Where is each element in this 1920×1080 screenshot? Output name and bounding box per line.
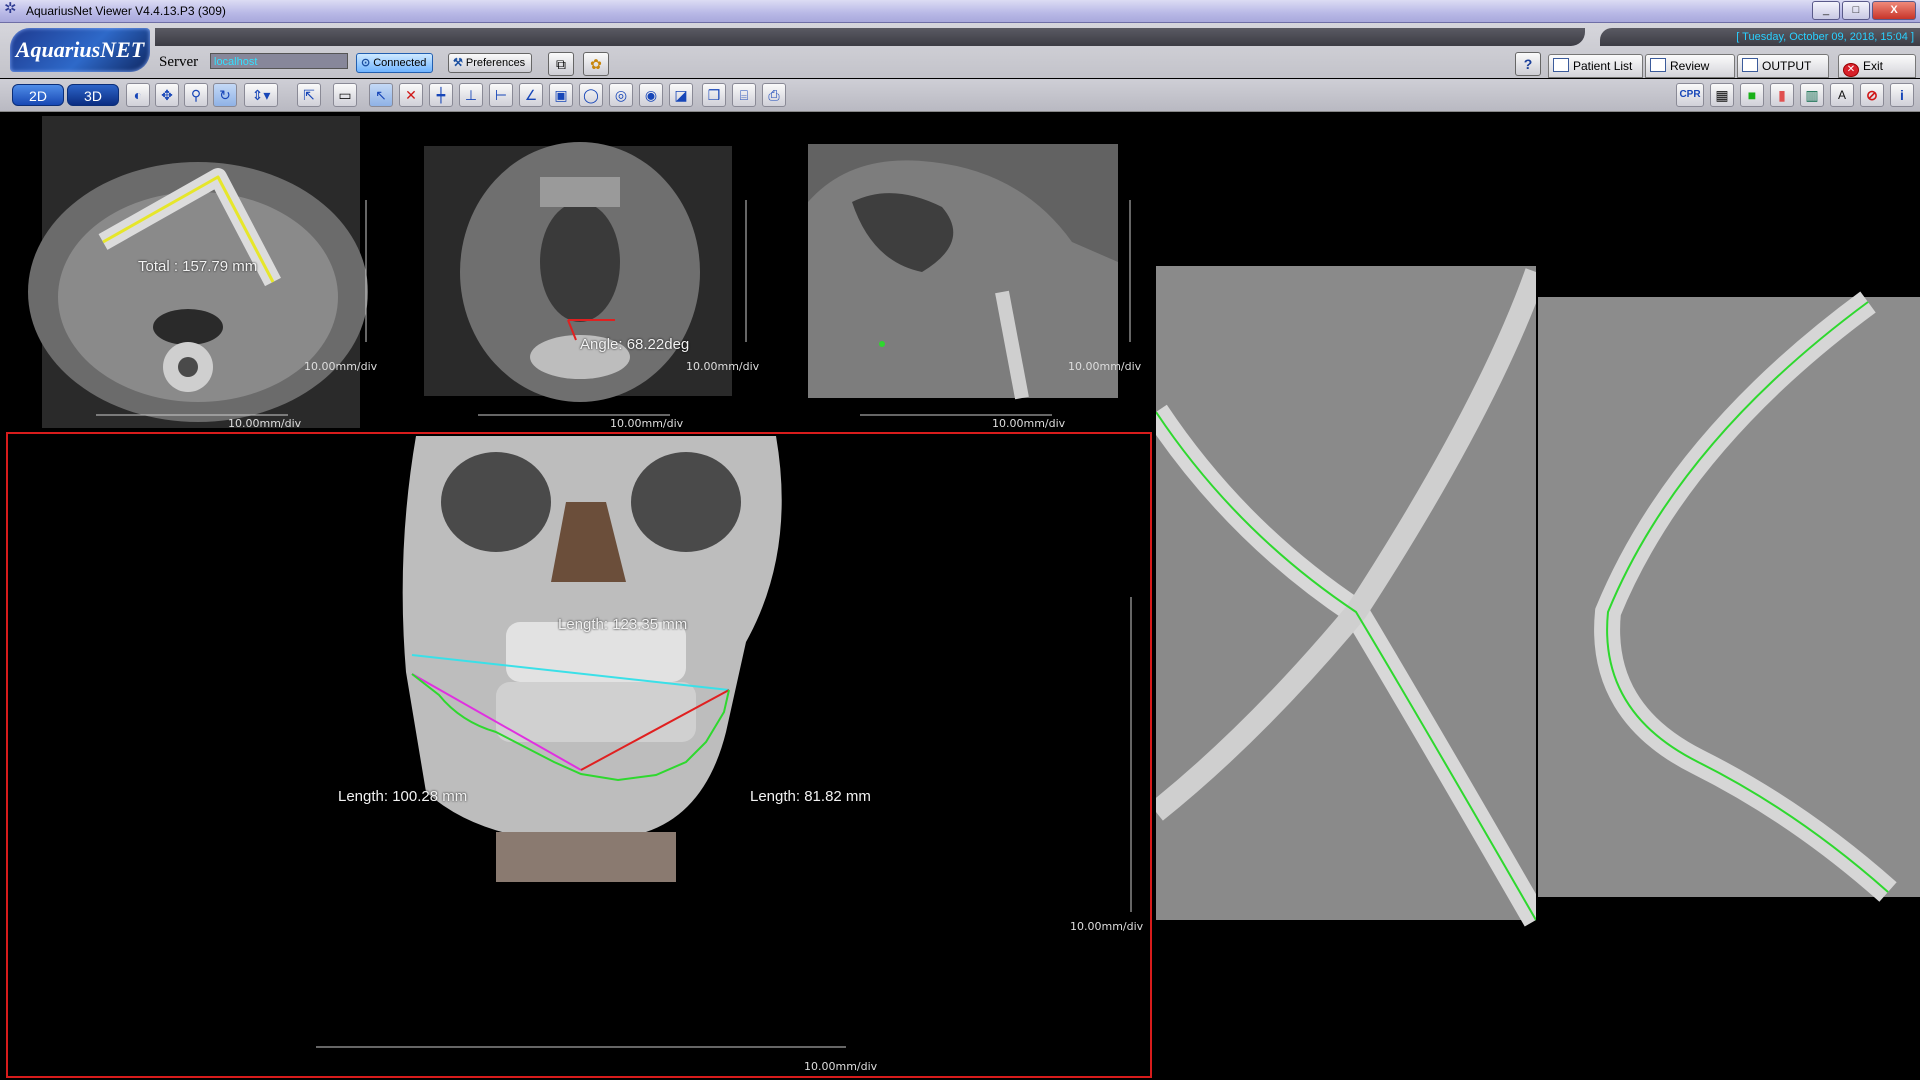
coronal-view[interactable]: Angle: 68.22deg 10.00mm/div 10.00mm/div	[390, 112, 770, 430]
green-square-icon[interactable]: ■	[1740, 83, 1764, 107]
skull-render	[316, 436, 1132, 1048]
sagittal-scale-bottom: 10.00mm/div	[992, 417, 1066, 430]
review-label: Review	[1670, 59, 1710, 73]
minimize-button[interactable]: _	[1812, 1, 1840, 20]
tab-review[interactable]: Review	[1645, 54, 1735, 78]
app-header: AquariusNET [ Tuesday, October 09, 2018,…	[0, 23, 1920, 78]
color-icon[interactable]: ▮	[1770, 83, 1794, 107]
exit-icon: ✕	[1843, 63, 1859, 77]
angle-icon[interactable]: ∠	[519, 83, 543, 107]
preferences-button[interactable]: ⚒ Preferences	[448, 53, 533, 73]
sagittal-view[interactable]: 10.00mm/div 10.00mm/div	[772, 112, 1152, 430]
title-bar: ✲ AquariusNet Viewer V4.4.13.P3 (309) _ …	[0, 0, 1920, 23]
wrench-icon: ⚒	[453, 57, 463, 69]
eye-icon[interactable]: ◉	[639, 83, 663, 107]
coronal-scale-bottom: 10.00mm/div	[610, 417, 684, 430]
plug-icon: ⊙	[361, 57, 371, 69]
axial-scale-right: 10.00mm/div	[304, 360, 378, 373]
tab-patient-list[interactable]: Patient List	[1548, 54, 1643, 78]
cpr-button[interactable]: CPR	[1676, 83, 1704, 107]
tab-output[interactable]: OUTPUT	[1737, 54, 1829, 78]
ellipse-roi-icon[interactable]: ◯	[579, 83, 603, 107]
aquarius-logo: AquariusNET	[10, 28, 150, 72]
grid-icon[interactable]: ▥	[1800, 83, 1824, 107]
pan-icon[interactable]: ✥	[155, 83, 179, 107]
ortho-icon[interactable]: ⊢	[489, 83, 513, 107]
exit-button[interactable]: ✕ Exit	[1838, 54, 1916, 78]
sagittal-image	[808, 144, 1131, 416]
printer-icon	[1742, 58, 1758, 72]
axial-scale-bottom: 10.00mm/div	[228, 417, 302, 430]
cpr-left-image	[1156, 266, 1536, 927]
list-icon	[1553, 58, 1569, 72]
connected-button[interactable]: ⊙ Connected	[356, 53, 434, 73]
select-icon[interactable]: ⇱	[297, 83, 321, 107]
volume-scale-bottom: 10.00mm/div	[804, 1060, 878, 1073]
header-bar	[155, 28, 1585, 46]
delete-icon[interactable]: ✕	[399, 83, 423, 107]
length-right-measurement: Length: 81.82 mm	[750, 788, 871, 805]
output-label: OUTPUT	[1762, 59, 1812, 73]
exit-label: Exit	[1863, 59, 1884, 73]
cpr-right-image	[1538, 291, 1920, 902]
no-annotation-icon[interactable]: ⊘	[1860, 83, 1884, 107]
distance-icon[interactable]: ⊥	[459, 83, 483, 107]
length-top-measurement: Length: 123.35 mm	[558, 616, 688, 633]
close-button[interactable]: X	[1872, 1, 1916, 20]
scroll-icon[interactable]: ⇕▾	[244, 83, 278, 107]
volume-scale-right: 10.00mm/div	[1070, 920, 1144, 933]
server-input[interactable]: localhost	[210, 53, 348, 69]
preferences-label: Preferences	[465, 57, 526, 69]
sphere-icon[interactable]: ◎	[609, 83, 633, 107]
cpr-view-left[interactable]	[1156, 112, 1536, 1078]
line-icon[interactable]: ┿	[429, 83, 453, 107]
mode-3d-button[interactable]: 3D	[67, 84, 119, 106]
text-annotation-icon[interactable]: A	[1830, 83, 1854, 107]
maximize-button[interactable]: □	[1842, 1, 1870, 20]
axial-total-measurement: Total : 157.79 mm	[138, 258, 258, 275]
cube-icon[interactable]: ❒	[702, 83, 726, 107]
window-title: AquariusNet Viewer V4.4.13.P3 (309)	[26, 4, 226, 18]
ruler-icon[interactable]: ▭	[333, 83, 357, 107]
histogram-icon[interactable]: ◪	[669, 83, 693, 107]
tools-toolbar: 2D 3D ◐ ✥ ⚲ ↻ ⇕▾ ⇱ ▭ ↖ ✕ ┿ ⊥ ⊢ ∠ ▣ ◯ ◎ ◉…	[0, 79, 1920, 112]
coronal-image	[424, 142, 747, 416]
datetime-display: [ Tuesday, October 09, 2018, 15:04 ]	[1600, 28, 1920, 46]
network-icon[interactable]: ⧉	[548, 52, 574, 76]
sagittal-scale-right: 10.00mm/div	[1068, 360, 1142, 373]
arrow-icon[interactable]: ↖	[369, 83, 393, 107]
coronal-scale-right: 10.00mm/div	[686, 360, 760, 373]
export-icon[interactable]: ⎙	[762, 83, 786, 107]
coronal-angle-measurement: Angle: 68.22deg	[580, 336, 690, 353]
patient-list-label: Patient List	[1573, 59, 1633, 73]
contrast-icon[interactable]: ◐	[126, 83, 150, 107]
rotate-icon[interactable]: ↻	[213, 83, 237, 107]
connected-label: Connected	[373, 57, 427, 69]
info-icon[interactable]: i	[1890, 83, 1914, 107]
cpr-view-right[interactable]	[1538, 112, 1920, 1078]
zoom-icon[interactable]: ⚲	[184, 83, 208, 107]
help-button[interactable]: ?	[1515, 52, 1541, 76]
rect-roi-icon[interactable]: ▣	[549, 83, 573, 107]
layout-icon[interactable]: ▦	[1710, 83, 1734, 107]
mode-2d-button[interactable]: 2D	[12, 84, 64, 106]
window-icon	[1650, 58, 1666, 72]
app-icon: ✲	[4, 0, 17, 17]
length-left-measurement: Length: 100.28 mm	[338, 788, 468, 805]
volume-3d-view[interactable]: Length: 123.35 mm Length: 100.28 mm Leng…	[6, 432, 1152, 1078]
plugin-icon[interactable]: ✿	[583, 52, 609, 76]
axial-view[interactable]: Total : 157.79 mm 10.00mm/div 10.00mm/di…	[8, 112, 388, 430]
server-label: Server	[159, 54, 199, 70]
cylinder-icon[interactable]: ⌸	[732, 83, 756, 107]
